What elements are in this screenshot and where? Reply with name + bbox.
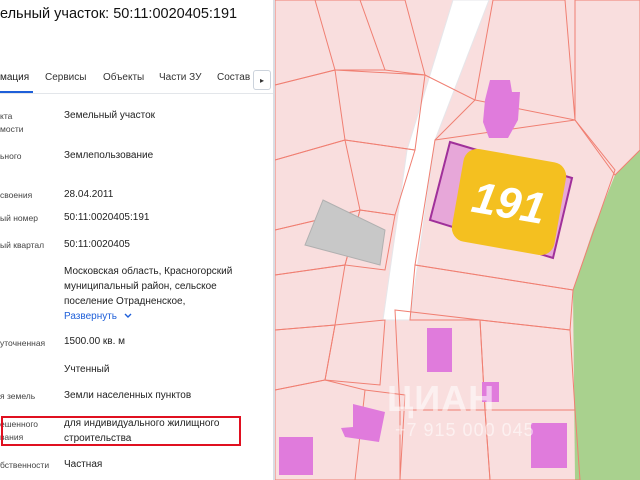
- field-label-type: кта мости: [0, 111, 24, 134]
- field-value-date: 28.04.2011: [64, 189, 114, 200]
- tabs-divider: [0, 93, 273, 94]
- info-panel: ельный участок: 50:11:0020405:191 мация …: [0, 0, 273, 480]
- tab-composition[interactable]: Состав: [217, 72, 250, 83]
- highlight-box: [1, 416, 241, 446]
- chevron-right-icon: ▸: [259, 76, 264, 85]
- building-bottom-right: [531, 423, 567, 468]
- field-label-cadastral-number: ый номер: [0, 213, 38, 223]
- expand-address-link[interactable]: Развернуть: [64, 311, 132, 322]
- field-value-area: 1500.00 кв. м: [64, 336, 126, 347]
- cadastral-map[interactable]: 191 ЦИАН +7 915 000 045: [275, 0, 640, 480]
- tab-objects[interactable]: Объекты: [103, 72, 144, 83]
- field-value-ownership: Частная: [64, 459, 103, 470]
- field-value-cadastral-quarter: 50:11:0020405: [64, 239, 130, 250]
- field-value-cadastral-number: 50:11:0020405:191: [64, 212, 150, 223]
- watermark-phone: +7 915 000 045: [395, 420, 535, 440]
- field-label-cadastral-quarter: ый квартал: [0, 240, 45, 250]
- field-value-type: Земельный участок: [64, 110, 156, 121]
- building-bottom-left: [279, 437, 313, 475]
- tab-parts[interactable]: Части ЗУ: [159, 72, 201, 83]
- expand-label: Развернуть: [64, 311, 118, 322]
- field-value-address: Московская область, Красногорский муници…: [64, 266, 233, 307]
- field-label-ownership: бственности: [0, 460, 50, 470]
- page-title: ельный участок: 50:11:0020405:191: [0, 6, 238, 22]
- tab-bar: мация Сервисы Объекты Части ЗУ Состав: [0, 72, 273, 93]
- field-value-status: Учтенный: [64, 364, 110, 375]
- chevron-down-icon: [124, 313, 132, 318]
- field-label-date: своения: [0, 190, 33, 200]
- tabs-next-button[interactable]: ▸: [253, 70, 271, 90]
- field-value-land-category: Земли населенных пунктов: [64, 390, 192, 401]
- field-label-kind: ьного: [0, 151, 22, 161]
- building-middle: [427, 328, 452, 372]
- tab-services[interactable]: Сервисы: [45, 72, 86, 83]
- field-label-land-category: я земель: [0, 391, 36, 401]
- watermark-logo: ЦИАН: [387, 378, 496, 419]
- tab-information[interactable]: мация: [0, 72, 29, 83]
- field-label-area: уточненная: [0, 338, 46, 348]
- field-value-kind: Землепользование: [64, 150, 154, 161]
